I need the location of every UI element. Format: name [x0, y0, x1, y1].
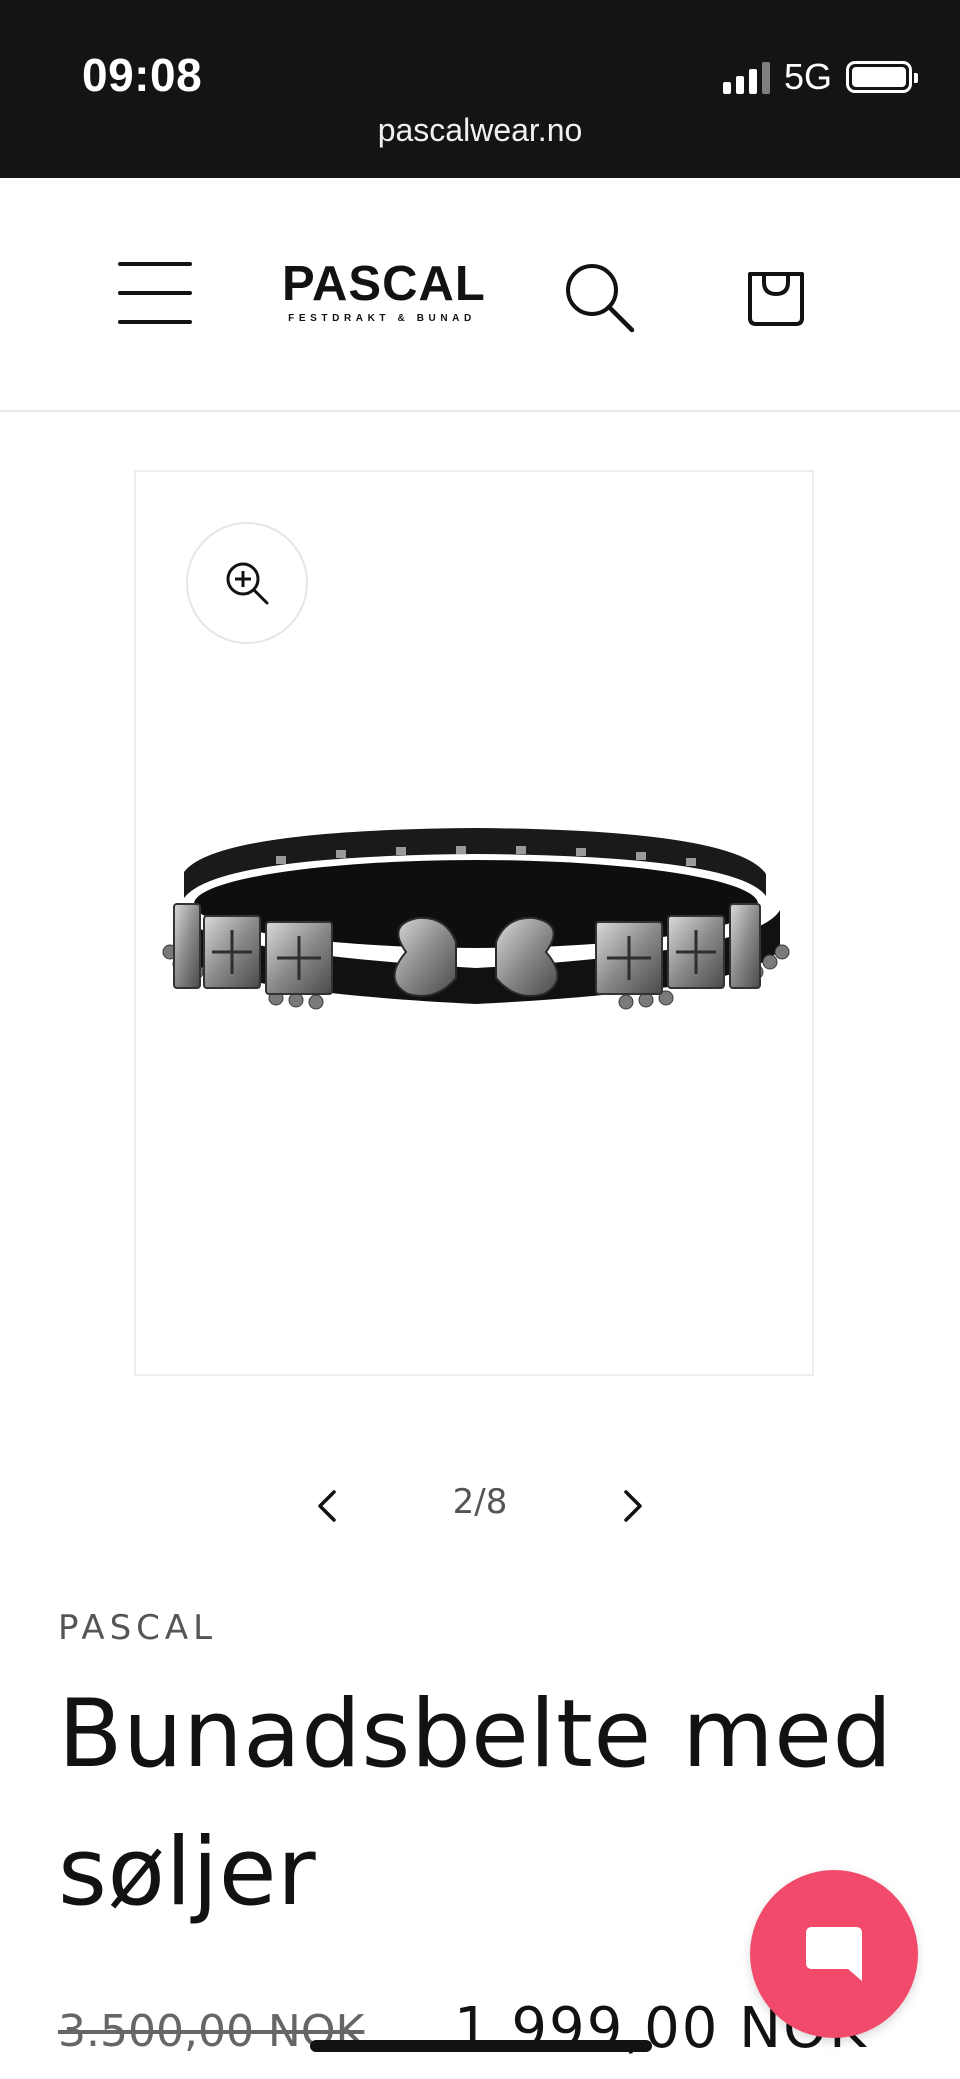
slide-counter: 2/8 — [452, 1482, 508, 1522]
home-indicator — [310, 2040, 652, 2052]
status-bar: 09:08 5G pascalwear.no — [0, 0, 960, 178]
battery-icon — [846, 61, 918, 93]
menu-icon[interactable] — [118, 258, 192, 328]
chat-button[interactable] — [750, 1870, 918, 2038]
signal-icon — [722, 60, 770, 94]
search-icon[interactable] — [560, 258, 638, 336]
logo-tagline: FESTDRAKT & BUNAD — [288, 313, 476, 324]
chevron-right-icon[interactable] — [610, 1484, 654, 1528]
url-bar[interactable]: pascalwear.no — [0, 112, 960, 149]
product-vendor: PASCAL — [58, 1608, 218, 1648]
network-label: 5G — [783, 56, 832, 97]
chevron-left-icon[interactable] — [306, 1484, 350, 1528]
site-header: PASCAL FESTDRAKT & BUNAD — [0, 178, 960, 412]
cart-icon[interactable] — [744, 260, 808, 328]
zoom-in-icon — [226, 562, 269, 605]
site-logo[interactable]: PASCAL FESTDRAKT & BUNAD — [282, 257, 486, 325]
product-image-belt — [162, 828, 790, 1010]
chat-bubble-icon — [806, 1927, 862, 1981]
status-time: 09:08 — [82, 49, 203, 101]
logo-wordmark: PASCAL — [282, 257, 486, 311]
product-media[interactable] — [134, 470, 814, 1376]
status-indicators: 5G — [722, 56, 918, 98]
slider-controls: 2/8 — [0, 1476, 960, 1536]
product-page: 09:08 5G pascalwear.no PASCAL FESTDRAKT … — [0, 0, 960, 2079]
zoom-button[interactable] — [186, 522, 308, 644]
